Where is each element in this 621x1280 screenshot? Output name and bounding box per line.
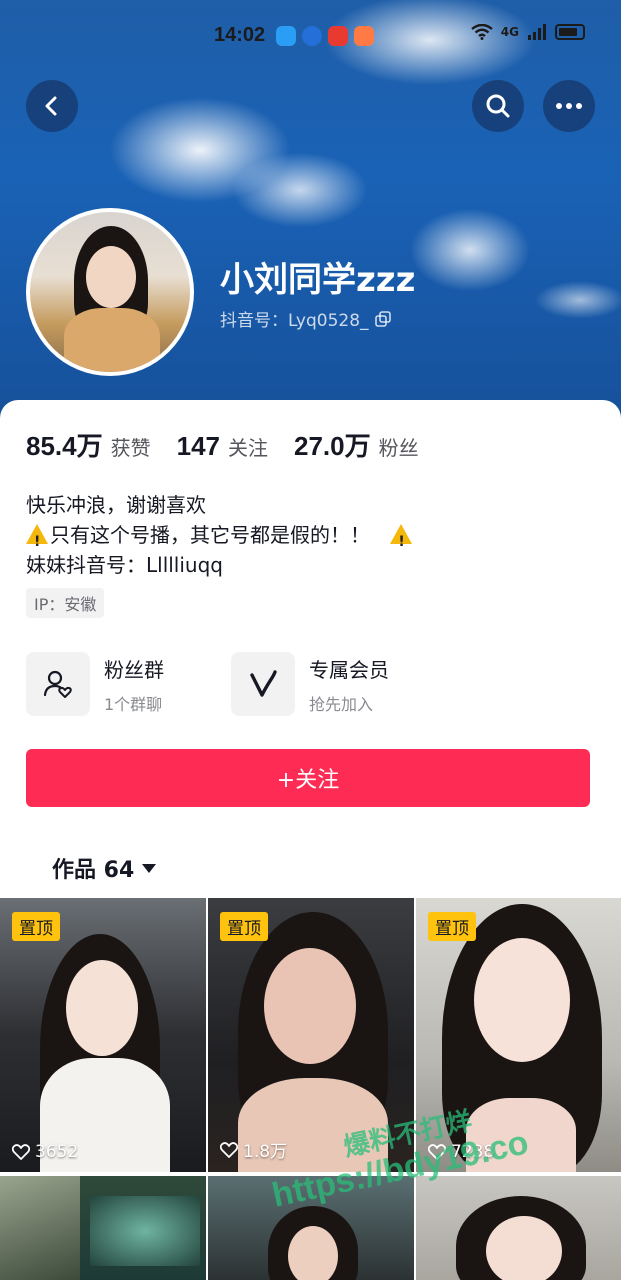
stats-row: 85.4万 获赞 147 关注 27.0万 粉丝 xyxy=(26,426,445,463)
tab-works[interactable]: 作品 64 xyxy=(52,852,157,884)
app-icon xyxy=(328,26,348,46)
heart-icon xyxy=(220,1141,238,1158)
member-v-icon xyxy=(231,652,295,716)
nickname: 小刘同学zzz xyxy=(220,260,416,300)
stat-likes: 85.4万 获赞 xyxy=(26,431,151,461)
heart-app-icon xyxy=(354,26,374,46)
bio-line: 妹妹抖音号：Llllliuqq xyxy=(26,553,223,577)
fan-group-title: 粉丝群 xyxy=(104,657,164,682)
pinned-badge: 置顶 xyxy=(428,912,476,941)
heart-icon xyxy=(12,1144,30,1160)
browser-icon xyxy=(302,26,322,46)
back-button[interactable] xyxy=(26,80,78,132)
video-tile[interactable] xyxy=(0,1176,206,1280)
like-count: 3652 xyxy=(12,1142,78,1162)
member-title: 专属会员 xyxy=(309,657,389,682)
like-count: 1.8万 xyxy=(220,1137,287,1162)
status-bar: 14:02 4G xyxy=(0,22,621,52)
member-subtitle: 抢先加入 xyxy=(309,694,374,714)
pinned-badge: 置顶 xyxy=(220,912,268,941)
network-type: 4G xyxy=(500,25,519,39)
warning-icon xyxy=(26,524,48,557)
fan-group-subtitle: 1个群聊 xyxy=(104,694,163,714)
follow-button[interactable]: +关注 xyxy=(26,749,590,807)
stat-followers[interactable]: 27.0万 粉丝 xyxy=(294,426,419,463)
search-icon xyxy=(486,94,510,118)
bio: 快乐冲浪，谢谢喜欢 只有这个号播，其它号都是假的！！ 妹妹抖音号：Llllliu… xyxy=(26,490,414,580)
avatar-photo xyxy=(30,212,190,372)
copy-icon[interactable] xyxy=(374,310,391,327)
bio-line: 快乐冲浪，谢谢喜欢 xyxy=(26,493,206,517)
avatar[interactable] xyxy=(26,208,194,376)
pinned-badge: 置顶 xyxy=(12,912,60,941)
more-button[interactable] xyxy=(543,80,595,132)
douyin-id: 抖音号：Lyq0528_ xyxy=(220,306,391,331)
warning-icon xyxy=(390,524,413,557)
more-icon xyxy=(556,103,582,109)
signal-icon xyxy=(528,24,546,40)
chevron-left-icon xyxy=(45,96,57,116)
video-tile[interactable]: 置顶 3652 xyxy=(0,898,206,1172)
fan-group-card[interactable]: 粉丝群 1个群聊 xyxy=(26,652,164,716)
tab-works-label: 作品 64 xyxy=(52,858,135,883)
bio-line: 只有这个号播，其它号都是假的！！ xyxy=(26,520,414,557)
fan-group-icon xyxy=(26,652,90,716)
caret-down-icon xyxy=(142,863,157,873)
video-tile[interactable] xyxy=(416,1176,621,1280)
search-button[interactable] xyxy=(472,80,524,132)
wifi-icon xyxy=(471,24,493,40)
status-time: 14:02 xyxy=(214,24,266,46)
douyin-id-text: 抖音号：Lyq0528_ xyxy=(220,311,369,331)
member-card[interactable]: 专属会员 抢先加入 xyxy=(231,652,389,716)
stat-following[interactable]: 147 关注 xyxy=(177,431,268,462)
ip-location-tag: IP：安徽 xyxy=(26,588,105,618)
battery-icon xyxy=(555,24,585,40)
message-icon xyxy=(276,26,296,46)
